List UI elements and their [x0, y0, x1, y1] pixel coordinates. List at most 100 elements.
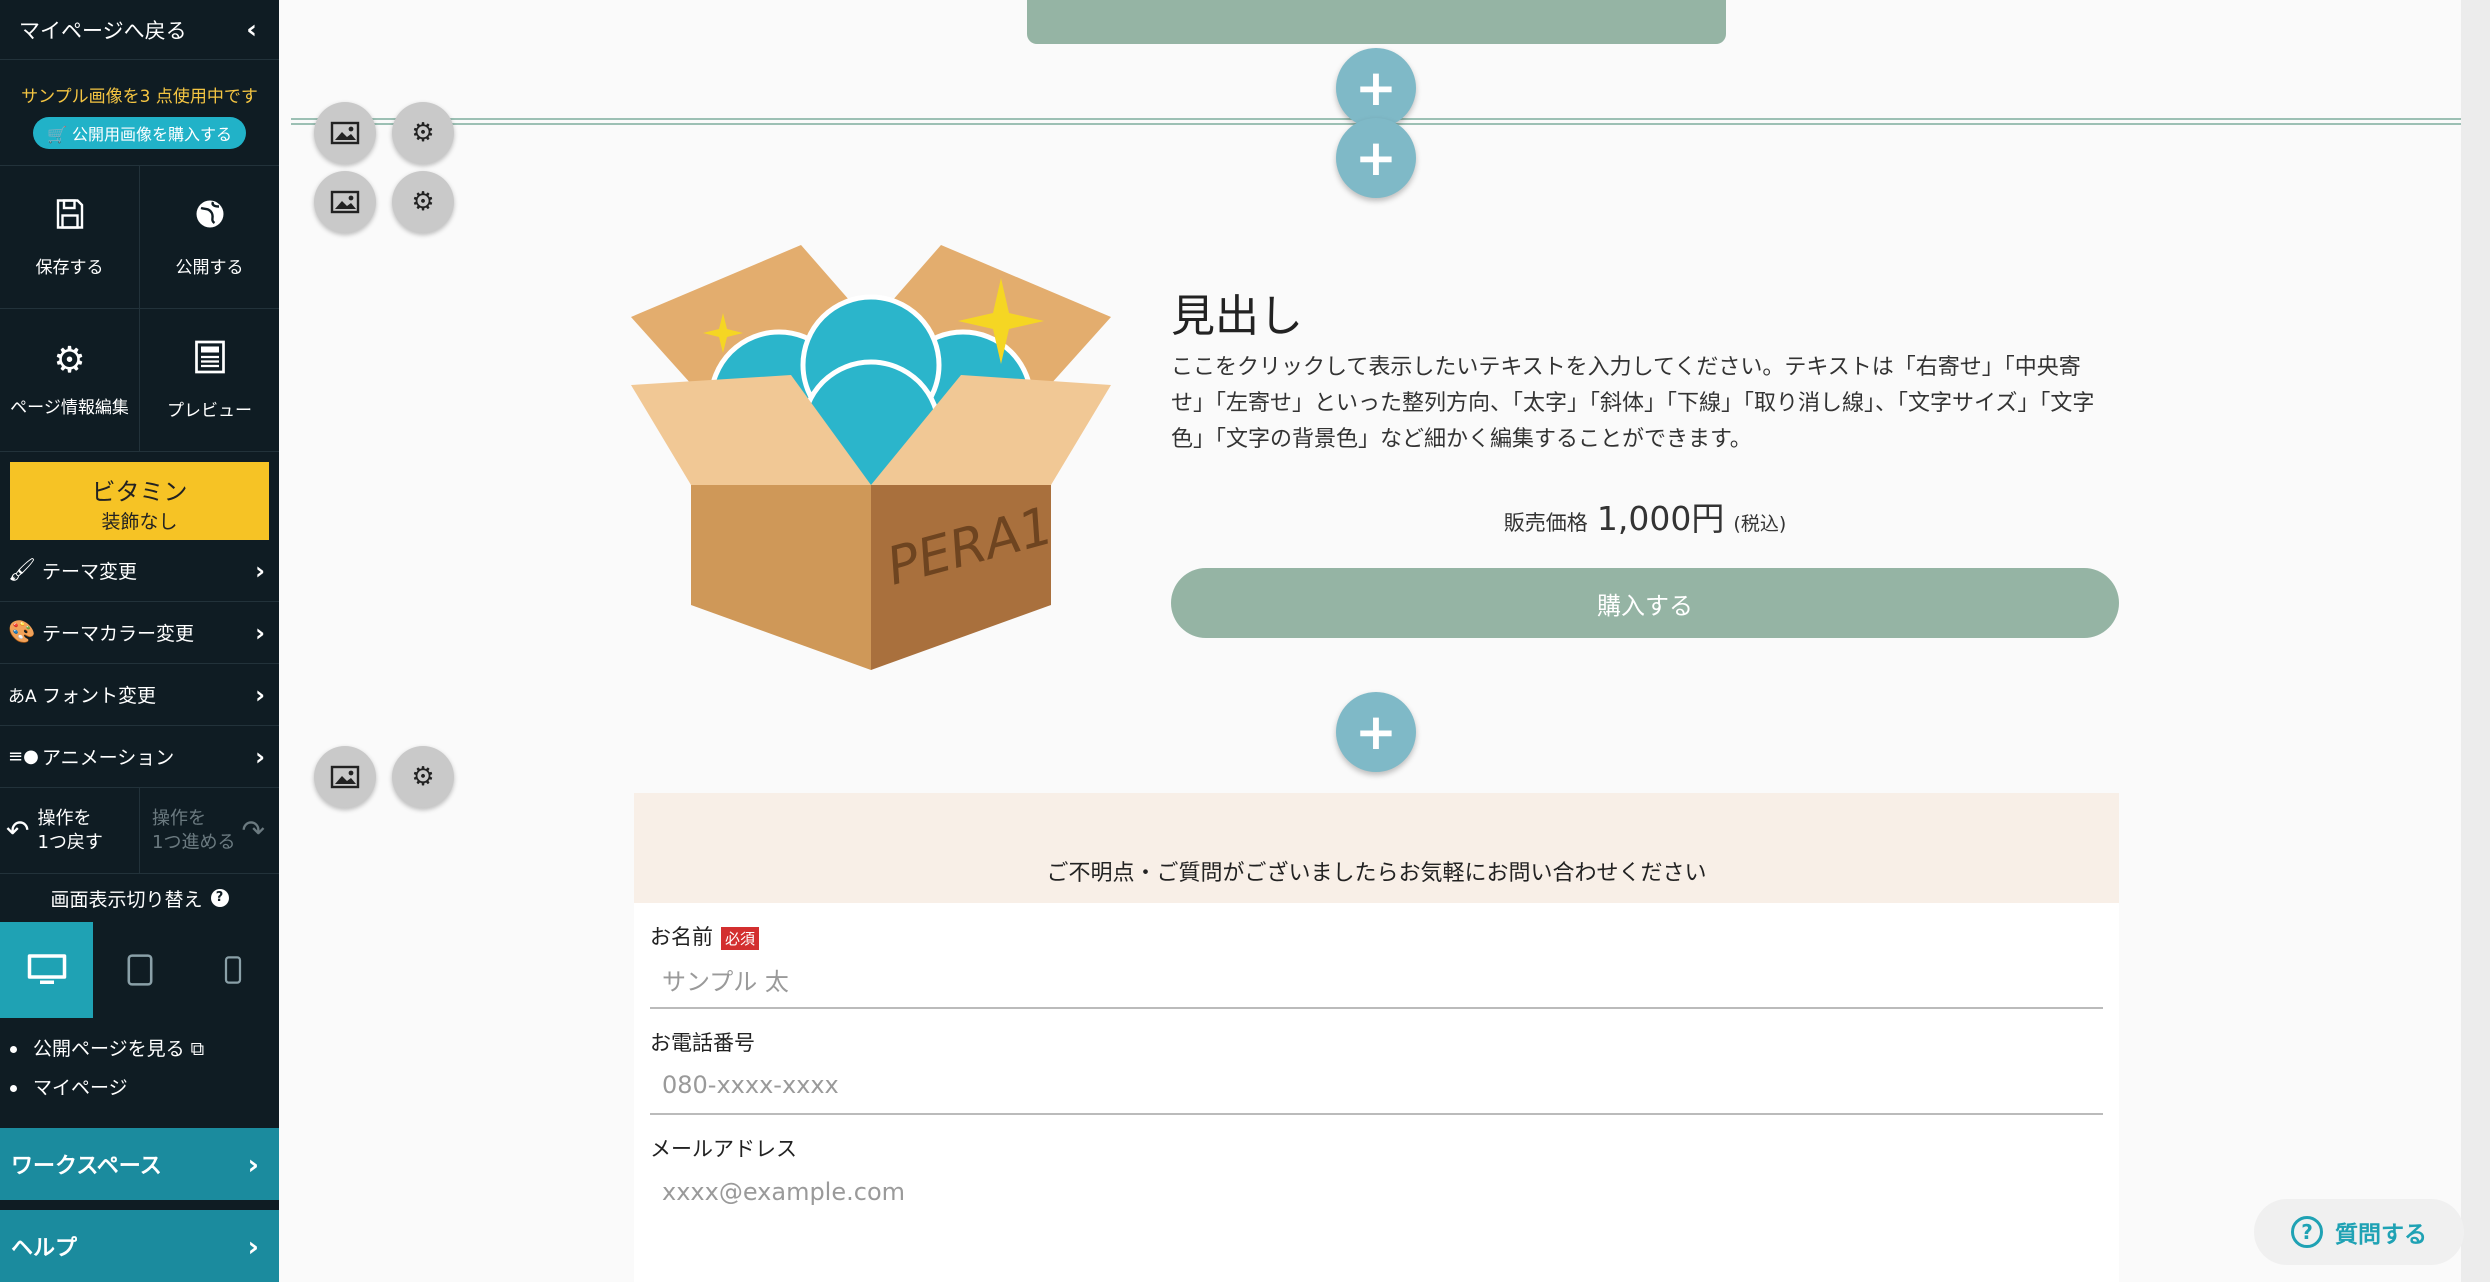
primary-actions: 保存する 公開する	[0, 166, 279, 309]
preview-label: プレビュー	[167, 401, 252, 421]
image-settings-icon[interactable]	[314, 102, 376, 164]
chevron-left-icon: ‹	[246, 14, 257, 45]
menu-label: フォント変更	[42, 685, 157, 707]
price-label: 販売価格	[1503, 511, 1588, 535]
mypage-link[interactable]: マイページ	[10, 1073, 279, 1100]
gear-icon[interactable]: ⚙	[392, 746, 454, 808]
previous-section-button[interactable]	[1027, 0, 1726, 44]
add-section-plus-icon[interactable]: +	[1336, 118, 1416, 198]
chevron-right-icon: ›	[247, 1229, 259, 1263]
mobile-view-button[interactable]	[186, 922, 279, 1018]
font-icon: あA	[8, 687, 37, 707]
publish-button[interactable]: 公開する	[139, 166, 279, 308]
back-to-mypage-button[interactable]: マイページへ戻る ‹	[0, 0, 279, 60]
view-switch-label: 画面表示切り替え	[50, 888, 203, 911]
chevron-right-icon: ›	[247, 1147, 259, 1181]
save-button[interactable]: 保存する	[0, 166, 139, 308]
form-header: ご不明点・ご質問がございましたらお気軽にお問い合わせください	[634, 793, 2119, 903]
name-field: お名前 必須 サンプル 太	[634, 921, 2119, 1009]
add-section-plus-icon[interactable]: +	[1336, 692, 1416, 772]
publish-label: 公開する	[175, 258, 244, 278]
ask-question-button[interactable]: ? 質問する	[2254, 1199, 2464, 1265]
editor-canvas: + + + ⚙ ⚙ ⚙ PERA1 見出し ここをクリックして表示したいテキスト…	[291, 0, 2461, 1282]
menu-font-change[interactable]: あA フォント変更 ›	[0, 664, 279, 726]
save-label: 保存する	[35, 258, 104, 278]
view-public-page-link[interactable]: 公開ページを見る ⧉	[10, 1034, 279, 1061]
menu-label: テーマ変更	[42, 561, 138, 583]
external-link-icon: ⧉	[190, 1038, 205, 1060]
editor-sidebar: マイページへ戻る ‹ サンプル画像を3 点使用中です 🛒 公開用画像を購入する …	[0, 0, 279, 1282]
email-field: メールアドレス xxxx@example.com	[634, 1133, 2119, 1221]
gear-icon[interactable]: ⚙	[392, 102, 454, 164]
gear-icon[interactable]: ⚙	[392, 171, 454, 233]
theme-badge: ビタミン 装飾なし	[10, 462, 269, 540]
preview-button[interactable]: プレビュー	[139, 309, 279, 451]
price-line: 販売価格 1,000円 (税込)	[1171, 492, 2119, 540]
menu-theme-change[interactable]: 🖌 テーマ変更 ›	[0, 540, 279, 602]
undo-icon: ↶	[6, 813, 30, 847]
secondary-actions: ⚙ ページ情報編集 プレビュー	[0, 309, 279, 452]
image-settings-icon[interactable]	[314, 746, 376, 808]
buy-images-label: 公開用画像を購入する	[72, 125, 233, 144]
menu-label: アニメーション	[42, 747, 175, 769]
ask-question-label: 質問する	[2335, 1222, 2427, 1248]
palette-icon: 🎨	[8, 620, 36, 645]
question-icon: ?	[2291, 1216, 2323, 1248]
phone-input[interactable]: 080-xxxx-xxxx	[650, 1057, 2103, 1115]
buy-images-button[interactable]: 🛒 公開用画像を購入する	[32, 117, 247, 149]
email-input[interactable]: xxxx@example.com	[650, 1163, 2103, 1221]
scrollbar[interactable]	[2461, 0, 2490, 1282]
purchase-button[interactable]: 購入する	[1171, 568, 2119, 638]
page-info-edit-button[interactable]: ⚙ ページ情報編集	[0, 309, 139, 451]
name-input[interactable]: サンプル 太	[650, 951, 2103, 1009]
phone-label: お電話番号	[650, 1031, 755, 1055]
menu-theme-color-change[interactable]: 🎨 テーマカラー変更 ›	[0, 602, 279, 664]
back-label: マイページへ戻る	[19, 18, 187, 43]
desktop-icon	[27, 954, 66, 984]
phone-field: お電話番号 080-xxxx-xxxx	[634, 1027, 2119, 1115]
tablet-view-button[interactable]	[93, 922, 186, 1018]
menu-label: テーマカラー変更	[42, 623, 195, 645]
animation-icon: ≡●	[8, 746, 39, 767]
contact-form: ご不明点・ご質問がございましたらお気軽にお問い合わせください お名前 必須 サンプ…	[634, 793, 2119, 1282]
chevron-right-icon: ›	[255, 618, 265, 647]
globe-icon	[192, 196, 228, 239]
paint-roller-icon: 🖌	[8, 558, 36, 583]
cart-icon: 🛒	[46, 125, 72, 144]
required-badge: 必須	[721, 926, 760, 950]
chevron-right-icon: ›	[255, 742, 265, 771]
sample-notice-text: サンプル画像を3 点使用中です	[21, 87, 258, 107]
redo-icon: ↷	[241, 813, 265, 847]
theme-name: ビタミン	[91, 478, 188, 506]
sidebar-links: 公開ページを見る ⧉ マイページ	[0, 1018, 279, 1100]
image-settings-icon[interactable]	[314, 171, 376, 233]
undo-button[interactable]: ↶ 操作を 1つ戻す	[0, 788, 139, 873]
desktop-view-button[interactable]	[0, 922, 93, 1018]
undo-redo: ↶ 操作を 1つ戻す 操作を 1つ進める ↷	[0, 788, 279, 874]
chevron-right-icon: ›	[255, 556, 265, 585]
help-menu-button[interactable]: ヘルプ ›	[0, 1210, 279, 1282]
menu-animation[interactable]: ≡● アニメーション ›	[0, 726, 279, 788]
help-question-icon[interactable]: ?	[210, 889, 229, 907]
help-label: ヘルプ	[11, 1236, 78, 1261]
preview-icon	[193, 339, 227, 382]
section-heading[interactable]: 見出し	[1171, 280, 1303, 344]
price-value: 1,000円	[1596, 499, 1725, 538]
page-info-label: ページ情報編集	[10, 397, 129, 418]
tablet-icon	[127, 954, 152, 986]
theme-decor: 装飾なし	[101, 511, 178, 533]
section-body-text[interactable]: ここをクリックして表示したいテキストを入力してください。テキストは「右寄せ」「中…	[1171, 350, 2111, 458]
save-icon	[52, 196, 88, 239]
view-switch-title: 画面表示切り替え ?	[0, 874, 279, 922]
redo-label: 操作を 1つ進める	[152, 807, 236, 853]
mobile-icon	[224, 956, 241, 984]
device-switcher	[0, 922, 279, 1018]
name-label: お名前 必須	[650, 921, 2103, 951]
chevron-right-icon: ›	[255, 680, 265, 709]
redo-button[interactable]: 操作を 1つ進める ↷	[139, 788, 279, 873]
sample-image-notice: サンプル画像を3 点使用中です 🛒 公開用画像を購入する	[0, 60, 279, 166]
add-section-plus-icon[interactable]: +	[1336, 48, 1416, 128]
product-box-image[interactable]: PERA1	[631, 245, 1111, 670]
undo-label: 操作を 1つ戻す	[37, 807, 103, 853]
workspace-button[interactable]: ワークスペース ›	[0, 1128, 279, 1200]
